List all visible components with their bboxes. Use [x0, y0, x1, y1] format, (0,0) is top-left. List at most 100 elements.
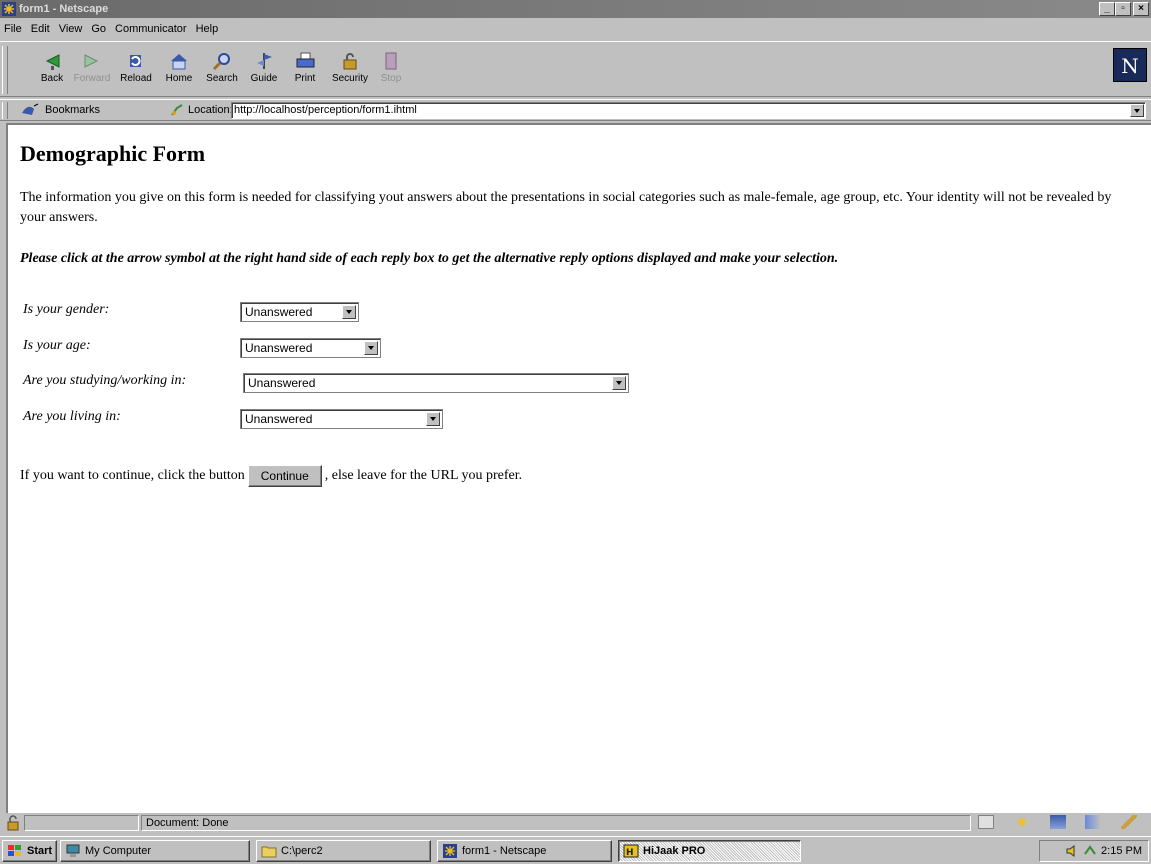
volume-icon[interactable]: [1065, 844, 1079, 858]
location-toolbar: Bookmarks Location: http://localhost/per…: [0, 99, 1151, 121]
navigator-component-icon[interactable]: [978, 815, 994, 829]
home-icon: [171, 54, 187, 70]
page-title: Demographic Form: [20, 141, 206, 166]
taskbar-item-netscape[interactable]: form1 - Netscape: [437, 840, 612, 862]
taskbar-item-label: HiJaak PRO: [643, 845, 706, 857]
menu-bar: File Edit View Go Communicator Help: [0, 20, 1151, 38]
continue-line: If you want to continue, click the butto…: [20, 465, 522, 487]
taskbar-item-my-computer[interactable]: My Computer: [60, 840, 250, 862]
page-content: Demographic Form The information you giv…: [6, 123, 1151, 813]
address-book-component-icon[interactable]: [1085, 815, 1102, 829]
window-title: form1 - Netscape: [19, 3, 109, 15]
forward-button[interactable]: Forward: [70, 51, 114, 91]
gender-dropdown-arrow[interactable]: [342, 305, 356, 319]
composer-component-icon[interactable]: [1121, 815, 1137, 829]
security-label: Security: [331, 73, 369, 84]
home-button[interactable]: Home: [157, 51, 201, 91]
print-button[interactable]: Print: [283, 51, 327, 91]
menu-file[interactable]: File: [4, 23, 22, 35]
residence-label: Are you living in:: [23, 409, 121, 424]
menu-go[interactable]: Go: [91, 23, 106, 35]
network-tray-icon[interactable]: [1083, 844, 1097, 858]
minimize-button[interactable]: _: [1099, 2, 1115, 16]
security-lock-icon[interactable]: [4, 815, 22, 831]
windows-taskbar: Start My Computer C:\perc2 form1 - Netsc…: [0, 836, 1151, 864]
taskbar-item-hijaak[interactable]: H HiJaak PRO: [618, 840, 801, 862]
newsgroups-component-icon[interactable]: [1049, 815, 1066, 829]
search-icon: [212, 53, 230, 71]
gender-label: Is your gender:: [23, 302, 110, 317]
taskbar-item-label: My Computer: [85, 845, 152, 857]
home-label: Home: [165, 73, 193, 84]
menu-view[interactable]: View: [59, 23, 83, 35]
guide-icon: [257, 53, 272, 69]
progress-field: [24, 815, 139, 831]
close-button[interactable]: ×: [1133, 2, 1149, 16]
forward-icon: [84, 54, 99, 68]
svg-text:H: H: [626, 848, 634, 858]
mail-component-icon[interactable]: [1013, 815, 1030, 829]
url-field[interactable]: http://localhost/perception/form1.ihtml: [231, 102, 1146, 119]
start-button[interactable]: Start: [2, 840, 57, 862]
forward-label: Forward: [73, 73, 111, 84]
title-bar: form1 - Netscape _ ▫ ×: [0, 0, 1151, 18]
folder-icon: [261, 846, 277, 858]
bookmarks-icon: [22, 103, 39, 115]
stop-button[interactable]: Stop: [369, 51, 413, 91]
location-label: Location:: [188, 104, 233, 116]
component-bar: [970, 815, 1145, 831]
netscape-logo[interactable]: N: [1113, 48, 1147, 82]
menu-help[interactable]: Help: [196, 23, 219, 35]
status-bar: Document: Done: [0, 814, 1151, 832]
location-label-group: Location:: [170, 103, 233, 117]
reload-button[interactable]: Reload: [114, 51, 158, 91]
url-text: http://localhost/perception/form1.ihtml: [234, 104, 417, 116]
back-button[interactable]: Back: [30, 51, 74, 91]
print-label: Print: [294, 73, 316, 84]
occupation-dropdown-arrow[interactable]: [612, 376, 626, 390]
search-label: Search: [206, 73, 238, 84]
bookmarks-button[interactable]: Bookmarks: [20, 103, 100, 117]
instruction-text: Please click at the arrow symbol at the …: [20, 251, 839, 266]
menu-communicator[interactable]: Communicator: [115, 23, 187, 35]
occupation-select[interactable]: Unanswered: [243, 373, 629, 393]
maximize-button[interactable]: ▫: [1115, 2, 1131, 16]
netscape-taskbar-icon: [443, 844, 457, 858]
print-icon: [296, 52, 315, 68]
taskbar-item-label: C:\perc2: [281, 845, 323, 857]
search-button[interactable]: Search: [200, 51, 244, 91]
age-dropdown-arrow[interactable]: [364, 341, 378, 355]
continue-text-after: , else leave for the URL you prefer.: [324, 468, 523, 483]
occupation-select-value: Unanswered: [248, 376, 316, 390]
url-dropdown-button[interactable]: [1130, 104, 1144, 117]
status-text: Document: Done: [141, 815, 971, 831]
clock[interactable]: 2:15 PM: [1101, 845, 1142, 857]
stop-label: Stop: [380, 73, 402, 84]
my-computer-icon: [66, 844, 80, 857]
reload-label: Reload: [120, 73, 152, 84]
age-label: Is your age:: [23, 338, 91, 353]
page-proxy-icon[interactable]: [170, 103, 184, 117]
menu-edit[interactable]: Edit: [31, 23, 50, 35]
continue-button[interactable]: Continue: [247, 465, 322, 487]
security-button[interactable]: Security: [328, 51, 372, 91]
occupation-label: Are you studying/working in:: [23, 373, 187, 388]
system-tray: 2:15 PM: [1039, 840, 1149, 862]
netscape-app-icon[interactable]: [2, 2, 16, 16]
back-icon: [45, 54, 60, 70]
age-select[interactable]: Unanswered: [240, 338, 381, 358]
guide-button[interactable]: Guide: [242, 51, 286, 91]
bookmarks-label: Bookmarks: [45, 104, 101, 116]
toolbar-grip[interactable]: [2, 46, 8, 94]
reload-icon: [130, 55, 141, 67]
residence-dropdown-arrow[interactable]: [426, 412, 440, 426]
residence-select[interactable]: Unanswered: [240, 409, 443, 429]
security-icon: [343, 53, 357, 70]
taskbar-item-folder[interactable]: C:\perc2: [256, 840, 431, 862]
hijaak-icon: H: [623, 844, 639, 858]
location-grip[interactable]: [2, 102, 8, 119]
gender-select[interactable]: Unanswered: [240, 302, 359, 322]
guide-label: Guide: [250, 73, 278, 84]
gender-select-value: Unanswered: [245, 305, 313, 319]
intro-text: The information you give on this form is…: [20, 190, 1112, 225]
